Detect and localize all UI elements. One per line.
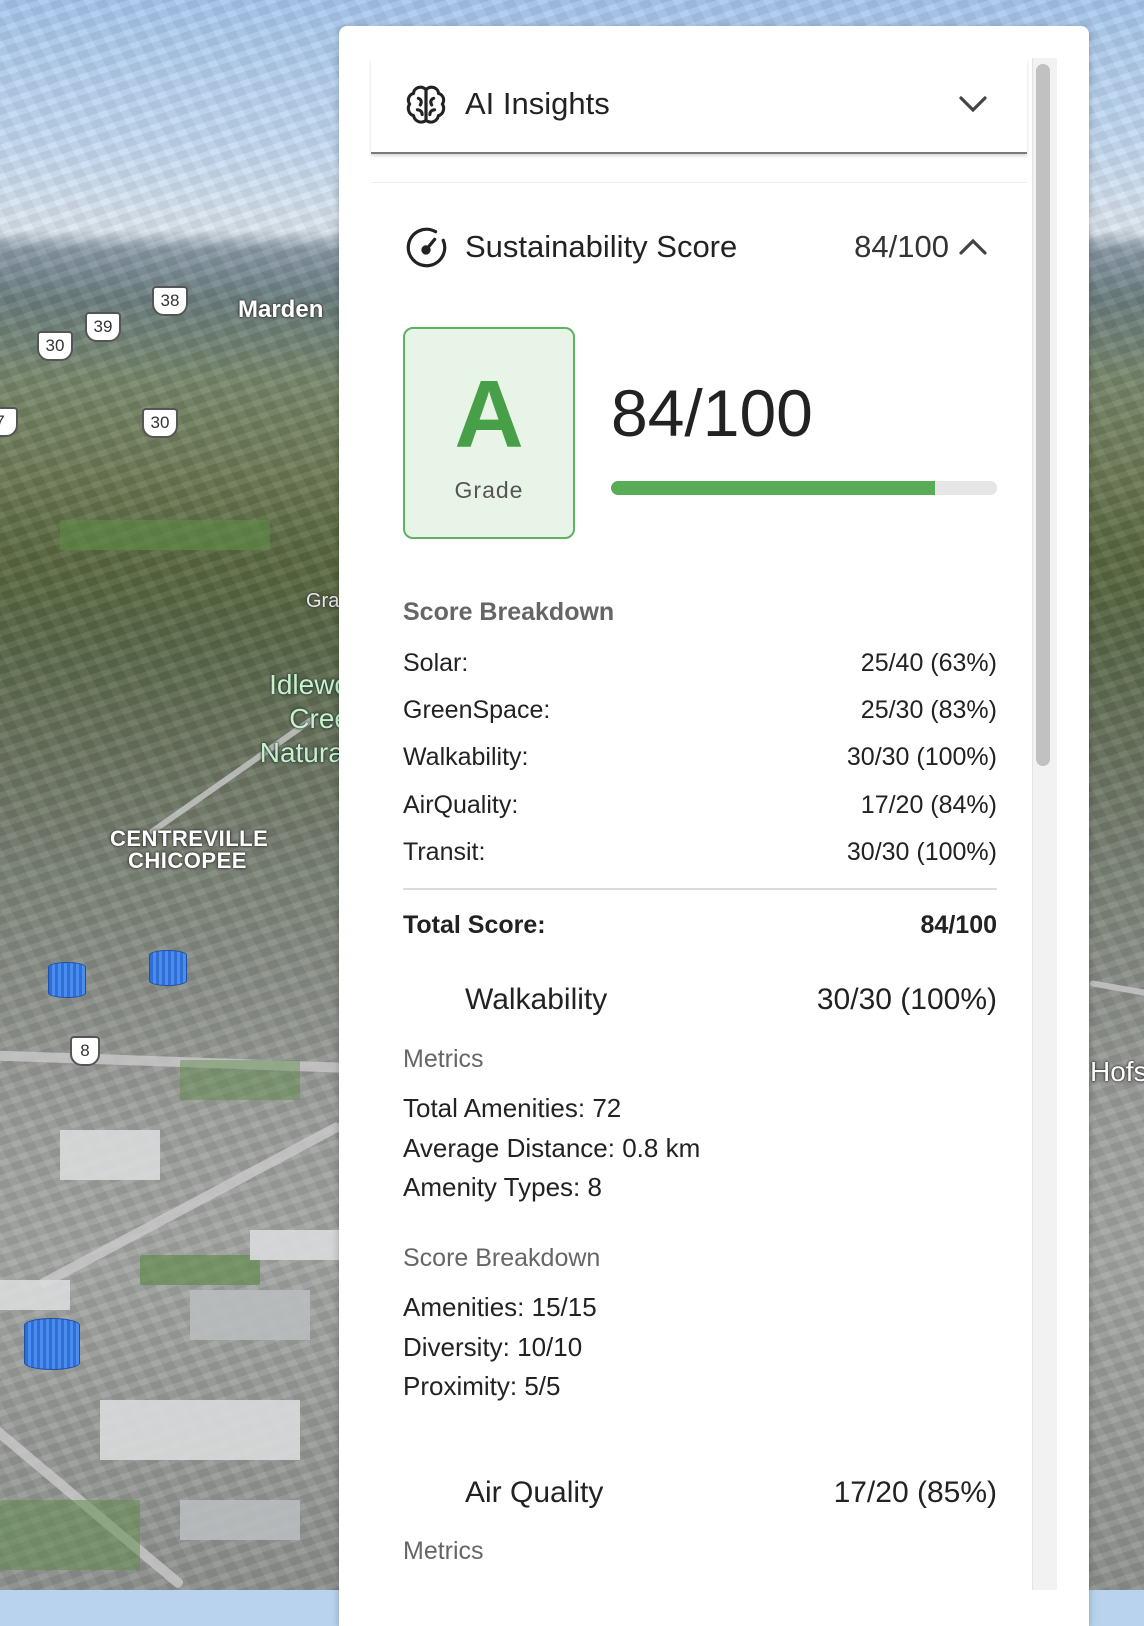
route-shield: 30 <box>142 408 178 438</box>
map-park-label-line: Idlewo <box>269 669 350 700</box>
sustainability-score-section: Sustainability Score 84/100 A Grade 84/1… <box>371 182 1027 1603</box>
walkability-breakdown-item: Amenities: 15/15 <box>403 1292 597 1322</box>
map-3d-tank <box>24 1318 80 1370</box>
route-shield: 8 <box>70 1036 100 1066</box>
breakdown-value: 17/20 (84%) <box>860 791 997 819</box>
route-shield: 39 <box>85 312 121 342</box>
breakdown-divider <box>403 888 997 890</box>
air-quality-title: Air Quality <box>465 1476 604 1509</box>
map-road <box>1089 980 1144 997</box>
walkability-breakdown-item: Proximity: 5/5 <box>403 1371 561 1401</box>
route-shield: 30 <box>37 331 73 361</box>
map-park-label-line: Natural <box>259 737 350 768</box>
breakdown-label: Solar: <box>403 649 469 677</box>
map-place-label: Hofs <box>1090 1056 1144 1087</box>
breakdown-label: Transit: <box>403 838 486 866</box>
breakdown-value: 30/30 (100%) <box>846 743 997 771</box>
walkability-value: 30/30 (100%) <box>816 983 997 1016</box>
map-building <box>100 1400 300 1460</box>
breakdown-value: 25/40 (63%) <box>860 649 997 677</box>
map-building <box>250 1230 340 1260</box>
route-shield: 38 <box>152 286 188 316</box>
total-score-row: Total Score: 84/100 <box>403 911 997 945</box>
gauge-icon <box>406 227 447 268</box>
score-progress-bar <box>611 481 997 495</box>
map-place-label: Marden <box>238 296 324 323</box>
map-building <box>180 1500 300 1540</box>
total-score-value: 84/100 <box>920 911 997 939</box>
walkability-breakdown-item: Diversity: 10/10 <box>403 1332 583 1362</box>
sustainability-score-title: Sustainability Score <box>465 229 738 264</box>
map-building <box>190 1290 310 1340</box>
map-field <box>140 1255 260 1285</box>
map-field <box>180 1060 300 1100</box>
score-progress-fill <box>611 481 936 495</box>
breakdown-row: Transit: 30/30 (100%) <box>403 838 997 872</box>
grade-card: A Grade <box>403 327 575 539</box>
map-field <box>0 1500 140 1570</box>
map-place-label: Gra <box>306 590 340 612</box>
map-building <box>0 1280 70 1310</box>
air-quality-value: 17/20 (85%) <box>833 1476 997 1509</box>
map-district-label-line: CHICOPEE <box>128 848 247 873</box>
score-breakdown-heading: Score Breakdown <box>403 598 615 626</box>
walkability-metric: Average Distance: 0.8 km <box>403 1133 701 1163</box>
walkability-metric: Amenity Types: 8 <box>403 1172 602 1202</box>
walkability-breakdown-heading: Score Breakdown <box>403 1244 601 1272</box>
breakdown-value: 30/30 (100%) <box>846 838 997 866</box>
total-score-display: 84/100 <box>611 376 813 450</box>
ai-insights-accordion-header[interactable]: AI Insights <box>371 58 1027 154</box>
breakdown-row: Solar: 25/40 (63%) <box>403 649 997 683</box>
grade-letter: A <box>454 361 524 468</box>
walkability-title: Walkability <box>465 983 608 1016</box>
map-building <box>60 1130 160 1180</box>
sustainability-score-summary: 84/100 <box>854 229 949 264</box>
breakdown-row: GreenSpace: 25/30 (83%) <box>403 696 997 730</box>
map-3d-tank <box>149 950 187 986</box>
map-district-label: CENTREVILLE CHICOPEE <box>110 826 269 873</box>
breakdown-label: AirQuality: <box>403 791 519 819</box>
chevron-down-icon[interactable] <box>955 86 991 122</box>
breakdown-row: AirQuality: 17/20 (84%) <box>403 791 997 825</box>
map-3d-tank <box>48 962 86 998</box>
breakdown-label: Walkability: <box>403 743 529 771</box>
map-field <box>60 520 270 550</box>
scrollbar-thumb[interactable] <box>1036 64 1050 766</box>
air-quality-detail-header[interactable]: Air Quality 17/20 (85%) <box>465 1476 997 1516</box>
breakdown-value: 25/30 (83%) <box>860 696 997 724</box>
walkability-metrics-heading: Metrics <box>403 1045 484 1073</box>
ai-insights-title: AI Insights <box>465 86 610 121</box>
brain-icon <box>406 85 446 124</box>
map-park-label-line: Cree <box>289 703 350 734</box>
walkability-detail-header[interactable]: Walkability 30/30 (100%) <box>465 983 997 1023</box>
map-district-label-line: CENTREVILLE <box>110 826 269 851</box>
route-shield: 7 <box>0 407 18 437</box>
breakdown-row: Walkability: 30/30 (100%) <box>403 743 997 777</box>
chevron-up-icon[interactable] <box>955 229 991 265</box>
map-park-label: Idlewo Cree Natural <box>230 668 350 770</box>
walkability-metric: Total Amenities: 72 <box>403 1093 622 1123</box>
total-score-label: Total Score: <box>403 911 546 939</box>
grade-label: Grade <box>454 477 524 503</box>
breakdown-label: GreenSpace: <box>403 696 551 724</box>
air-quality-metrics-heading: Metrics <box>403 1537 484 1565</box>
sustainability-score-header[interactable]: Sustainability Score 84/100 <box>371 223 1027 273</box>
